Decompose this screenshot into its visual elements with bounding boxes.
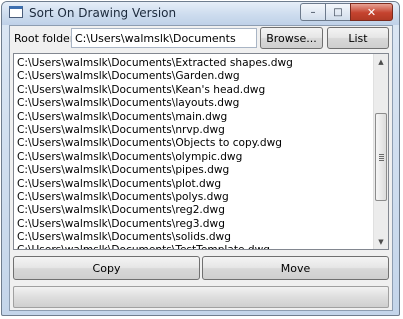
- browse-button[interactable]: Browse...: [260, 27, 323, 49]
- copy-button[interactable]: Copy: [13, 256, 200, 280]
- thumb-grip-icon: [379, 154, 384, 162]
- file-list-item[interactable]: C:\Users\walmslk\Documents\solids.dwg: [17, 231, 372, 244]
- file-list-item[interactable]: C:\Users\walmslk\Documents\Objects to co…: [17, 137, 372, 150]
- file-list-item[interactable]: C:\Users\walmslk\Documents\olympic.dwg: [17, 151, 372, 164]
- file-list-item[interactable]: C:\Users\walmslk\Documents\Kean's head.d…: [17, 84, 372, 97]
- close-button[interactable]: ✕: [350, 3, 393, 21]
- scroll-thumb[interactable]: [375, 113, 387, 201]
- file-list-item[interactable]: C:\Users\walmslk\Documents\TestTemplate.…: [17, 244, 372, 249]
- maximize-button[interactable]: □: [325, 3, 350, 21]
- file-list-item[interactable]: C:\Users\walmslk\Documents\Garden.dwg: [17, 70, 372, 83]
- file-list-item[interactable]: C:\Users\walmslk\Documents\polys.dwg: [17, 191, 372, 204]
- root-folder-label: Root folder:: [14, 32, 78, 45]
- minimize-button[interactable]: –: [300, 3, 325, 21]
- progress-bar: [13, 286, 389, 308]
- scroll-up-arrow-icon[interactable]: ▲: [374, 54, 388, 69]
- file-list-item[interactable]: C:\Users\walmslk\Documents\reg3.dwg: [17, 218, 372, 231]
- file-list-item[interactable]: C:\Users\walmslk\Documents\plot.dwg: [17, 178, 372, 191]
- file-listbox[interactable]: C:\Users\walmslk\Documents\Extracted sha…: [13, 53, 389, 250]
- client-area: Root folder: Browse... List C:\Users\wal…: [9, 25, 393, 311]
- caption-buttons: – □ ✕: [300, 3, 393, 21]
- scroll-down-arrow-icon[interactable]: ▼: [374, 234, 388, 249]
- app-window: Sort On Drawing Version – □ ✕ Root folde…: [1, 1, 400, 316]
- file-list-item[interactable]: C:\Users\walmslk\Documents\main.dwg: [17, 111, 372, 124]
- list-button[interactable]: List: [327, 27, 389, 49]
- window-app-icon: [9, 6, 23, 18]
- file-list-item[interactable]: C:\Users\walmslk\Documents\layouts.dwg: [17, 97, 372, 110]
- file-list: C:\Users\walmslk\Documents\Extracted sha…: [17, 57, 372, 249]
- window-title: Sort On Drawing Version: [29, 6, 177, 20]
- file-list-item[interactable]: C:\Users\walmslk\Documents\reg2.dwg: [17, 204, 372, 217]
- file-list-item[interactable]: C:\Users\walmslk\Documents\pipes.dwg: [17, 164, 372, 177]
- move-button[interactable]: Move: [202, 256, 389, 280]
- file-list-item[interactable]: C:\Users\walmslk\Documents\nrvp.dwg: [17, 124, 372, 137]
- root-folder-input[interactable]: [71, 28, 257, 48]
- file-list-item[interactable]: C:\Users\walmslk\Documents\Extracted sha…: [17, 57, 372, 70]
- vertical-scrollbar[interactable]: ▲ ▼: [373, 54, 388, 249]
- title-bar[interactable]: Sort On Drawing Version – □ ✕: [2, 2, 399, 25]
